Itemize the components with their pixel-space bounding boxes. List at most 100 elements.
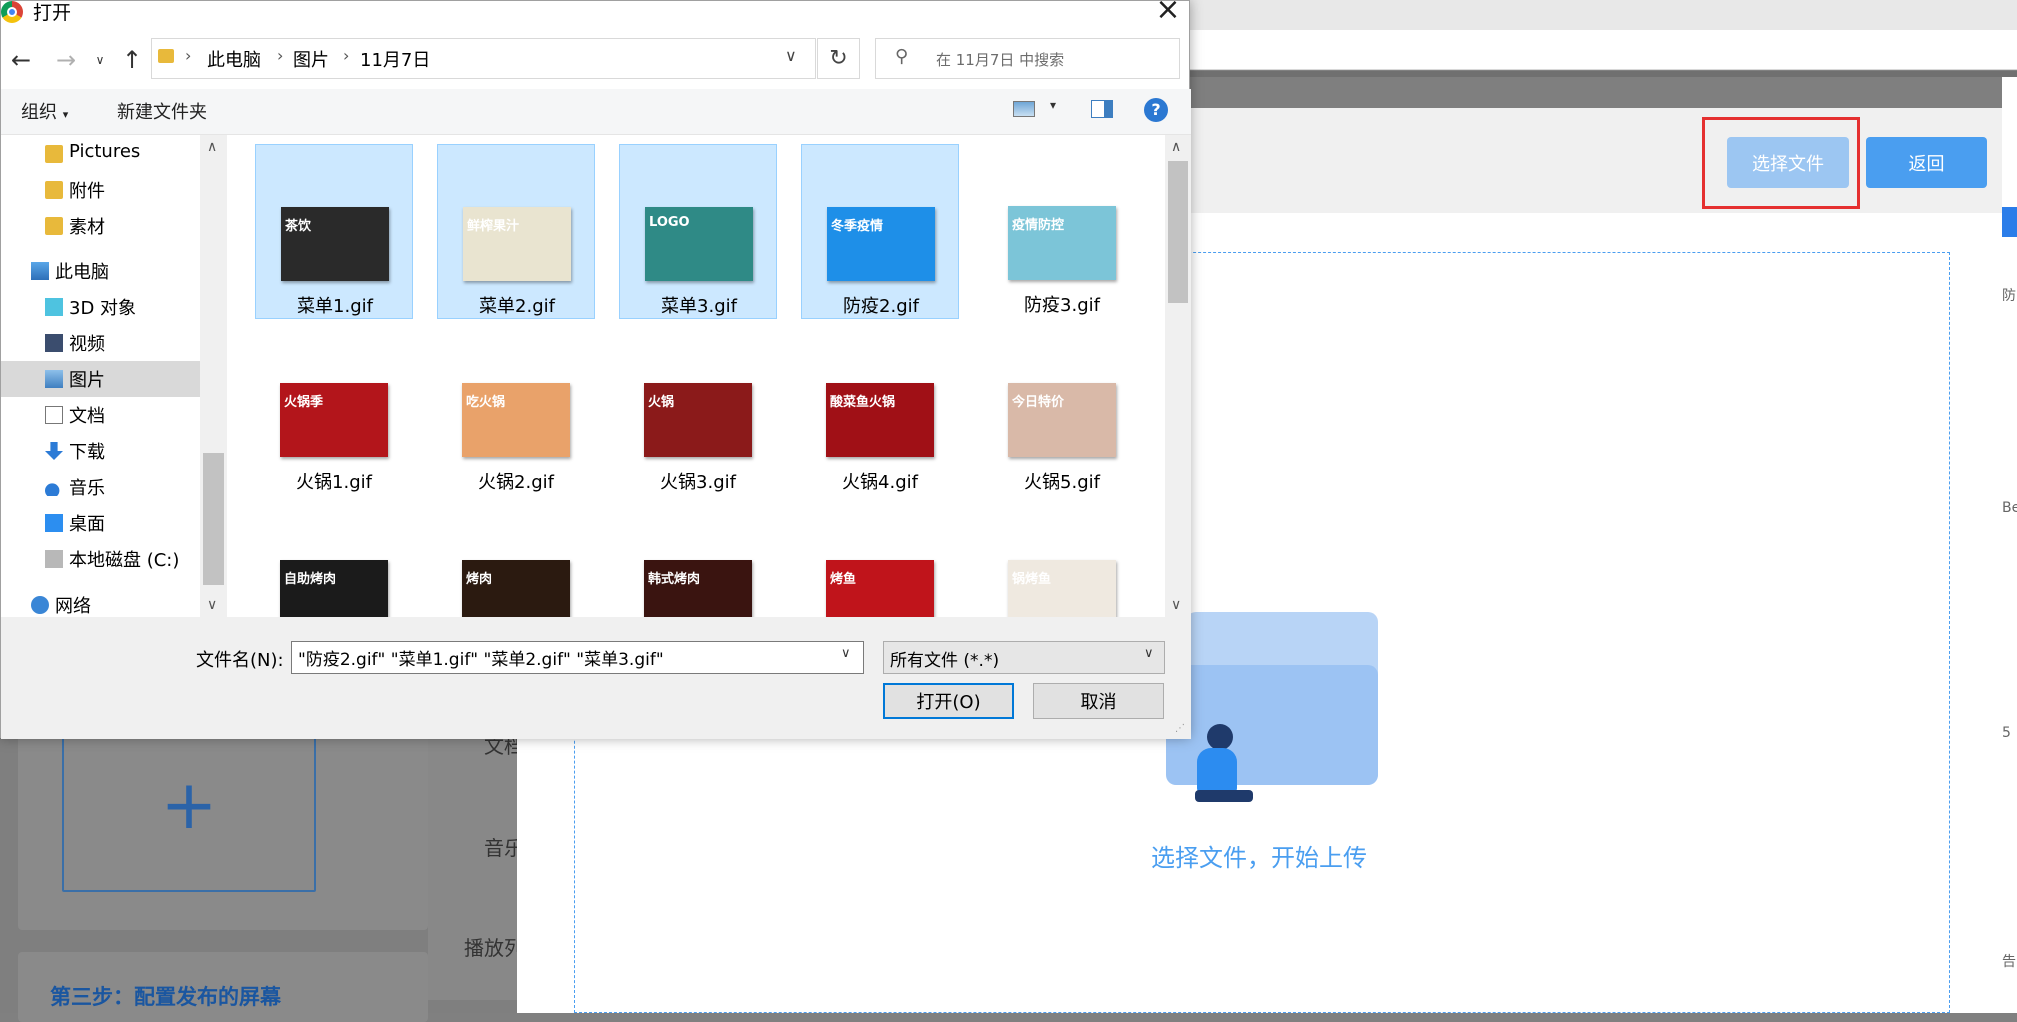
chrome-icon [1,1,23,23]
up-arrow-icon[interactable]: ↑ [119,45,145,75]
back-arrow-icon[interactable]: ← [8,45,34,75]
refresh-icon[interactable]: ↻ [817,38,860,79]
preview-pane-icon[interactable] [1091,100,1113,118]
sidebar-item-label: 音乐 [69,478,105,499]
filetype-select[interactable]: 所有文件 (*.*) [883,641,1165,674]
file-name: 火锅1.gif [296,472,372,493]
sidebar-item[interactable]: 桌面 [1,505,200,541]
file-name: 火锅5.gif [1024,472,1100,493]
file-name: 菜单1.gif [297,296,373,317]
breadcrumb-separator-icon[interactable]: › [343,46,349,65]
sidebar-item[interactable]: 图片 [1,361,200,397]
breadcrumb-nov7[interactable]: 11月7日 [360,46,430,72]
file-item[interactable]: 锅烤鱼 [983,498,1141,617]
file-item[interactable]: 火锅季 火锅1.gif [255,321,413,496]
breadcrumb-this-pc[interactable]: 此电脑 [207,46,261,72]
help-icon[interactable]: ? [1144,98,1168,122]
sidebar-item[interactable]: 下载 [1,433,200,469]
forward-arrow-icon[interactable]: → [53,45,79,75]
organize-label: 组织 [21,102,57,123]
search-icon: ⚲ [895,46,909,67]
sidebar-item[interactable]: 此电脑 [1,253,200,289]
cancel-button[interactable]: 取消 [1033,683,1164,719]
music-icon [45,483,60,496]
file-item[interactable]: LOGO 菜单3.gif [619,144,777,319]
navigation-pane: Pictures 附件素材此电脑 3D 对象 视频图片文档下载音乐桌面本地磁盘 (C:… [1,135,200,617]
file-item[interactable]: 鲜榨果汁 菜单2.gif [437,144,595,319]
file-item[interactable]: 冬季疫情 防疫2.gif [801,144,959,319]
file-item[interactable]: 烤肉 [437,498,595,617]
file-name: 火锅3.gif [660,472,736,493]
sidebar-item-label: 文档 [69,406,105,427]
chevron-down-icon[interactable]: ∨ [841,646,851,661]
breadcrumb-pictures[interactable]: 图片 [293,46,329,72]
file-item[interactable]: 吃火锅 火锅2.gif [437,321,595,496]
navigation-scroll-thumb[interactable] [203,453,224,585]
chevron-down-icon[interactable]: ∨ [785,46,797,65]
sidebar-item-label: 桌面 [69,514,105,535]
scroll-down-icon[interactable]: ∨ [1171,597,1181,613]
scroll-down-icon[interactable]: ∨ [207,597,217,613]
file-thumbnail: 冬季疫情 [827,207,935,281]
chevron-down-icon[interactable]: ▾ [1050,98,1056,112]
sidebar-item[interactable]: 音乐 [1,469,200,505]
upload-prompt[interactable]: 选择文件，开始上传 [1094,838,1424,873]
sidebar-item[interactable]: 3D 对象 [1,289,200,325]
breadcrumb-separator-icon[interactable]: › [277,46,283,65]
network-icon [31,596,49,614]
file-item[interactable]: 疫情防控 防疫3.gif [983,144,1141,319]
close-icon[interactable]: × [1153,0,1183,25]
recent-locations-chevron-icon[interactable]: ∨ [87,45,113,75]
file-thumbnail: 茶饮 [281,207,389,281]
cube-icon [45,298,63,316]
right-edge-text: 5 [2002,725,2011,741]
sidebar-item[interactable]: 附件 [1,172,200,208]
thumbnail-caption: 火锅 [648,395,675,410]
scroll-up-icon[interactable]: ∧ [1171,139,1181,155]
file-name: 菜单2.gif [479,296,555,317]
right-edge-tab [2002,207,2017,237]
sidebar-item[interactable]: 文档 [1,397,200,433]
thumbnail-caption: 疫情防控 [1012,218,1065,233]
organize-menu[interactable]: 组织 ▾ [21,98,68,124]
folder-icon [45,181,63,199]
folder-icon [45,145,63,163]
sidebar-item-label: Pictures [69,141,141,162]
file-thumbnail: 韩式烤肉 [644,560,752,617]
sidebar-item-label: 图片 [69,370,105,391]
file-name: 火锅4.gif [842,472,918,493]
file-item[interactable]: 酸菜鱼火锅 火锅4.gif [801,321,959,496]
thumbnail-caption: 锅烤鱼 [1012,572,1052,587]
add-item-box[interactable]: + [62,718,316,892]
sidebar-item-label: 附件 [69,181,105,202]
view-mode-icon[interactable] [1013,101,1035,117]
sidebar-item[interactable]: 本地磁盘 (C:) [1,541,200,577]
scroll-up-icon[interactable]: ∧ [207,139,217,155]
file-item[interactable]: 火锅火锅3.gif [619,321,777,496]
file-thumbnail: 烤肉 [462,560,570,617]
sidebar-item[interactable]: 素材 [1,208,200,244]
resize-grip-icon[interactable]: ⋰ [1175,723,1185,734]
file-item[interactable]: 茶饮菜单1.gif [255,144,413,319]
file-item[interactable]: 今日特价火锅5.gif [983,321,1141,496]
file-item[interactable]: 烤鱼 [801,498,959,617]
category-playlist[interactable]: 播放列 [464,932,524,961]
file-name: 火锅2.gif [478,472,554,493]
right-edge-text: 防 [2002,288,2016,304]
computer-icon [31,262,49,280]
file-name: 菜单3.gif [661,296,737,317]
breadcrumb-separator-icon[interactable]: › [185,46,191,65]
thumbnail-caption: 自助烤肉 [284,572,337,587]
document-icon [45,406,63,424]
file-list-scroll-thumb[interactable] [1168,161,1188,303]
sidebar-item[interactable]: 视频 [1,325,200,361]
chevron-down-icon[interactable]: ∨ [1144,646,1154,661]
file-thumbnail: 今日特价 [1008,383,1116,457]
filename-input[interactable]: "防疫2.gif" "菜单1.gif" "菜单2.gif" "菜单3.gif" [291,641,864,674]
new-folder-button[interactable]: 新建文件夹 [117,98,207,124]
open-button[interactable]: 打开(O) [883,683,1014,719]
file-item[interactable]: 韩式烤肉 [619,498,777,617]
back-button[interactable]: 返回 [1866,137,1987,188]
sidebar-item[interactable]: Pictures [1,136,200,172]
file-item[interactable]: 自助烤肉 [255,498,413,617]
